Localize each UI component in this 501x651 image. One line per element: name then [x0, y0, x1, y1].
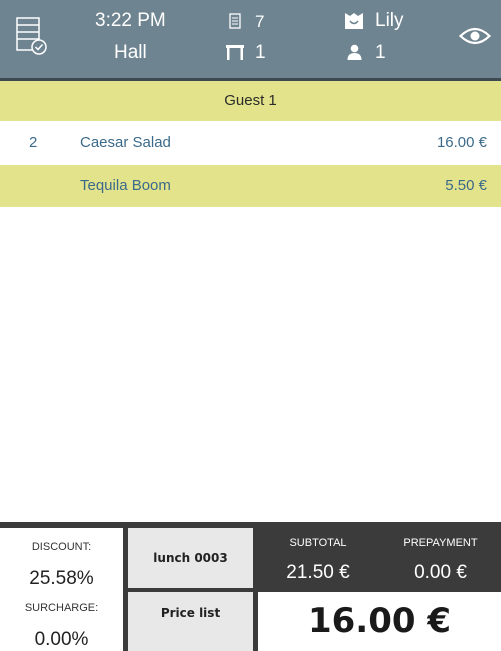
guest-count: 1	[375, 42, 386, 63]
person-icon	[347, 44, 362, 60]
waiter-icon	[345, 13, 363, 29]
item-price: 5.50 €	[445, 177, 487, 194]
surcharge-label: SURCHARGE:	[24, 602, 99, 614]
totals-panel: DISCOUNT: 25.58% SURCHARGE: 0.00% lunch …	[0, 522, 501, 651]
prepayment-value: 0.00 €	[414, 562, 467, 583]
item-quantity: 2	[29, 134, 38, 151]
order-receipt-icon	[229, 13, 241, 29]
order-item-row-selected[interactable]: Tequila Boom 5.50 €	[0, 165, 501, 207]
table-number: 1	[255, 42, 266, 63]
total-amount: 16.00 €	[258, 592, 501, 651]
table-icon	[226, 45, 244, 60]
tables-check-icon[interactable]	[14, 16, 50, 56]
eye-icon[interactable]	[459, 25, 491, 47]
current-time: 3:22 PM	[95, 10, 166, 31]
subtotal-label: SUBTOTAL	[289, 537, 347, 549]
order-number: 7	[255, 12, 265, 31]
item-name: Caesar Salad	[80, 134, 171, 151]
guest-header[interactable]: Guest 1	[0, 81, 501, 121]
price-list-button[interactable]: Price list	[128, 592, 253, 651]
surcharge-value: 0.00%	[34, 629, 89, 650]
item-name: Tequila Boom	[80, 177, 171, 194]
order-item-row[interactable]: 2 Caesar Salad 16.00 €	[0, 122, 501, 164]
discount-panel[interactable]: DISCOUNT: 25.58% SURCHARGE: 0.00%	[0, 528, 123, 651]
location-name: Hall	[114, 42, 147, 63]
waiter-name: Lily	[375, 10, 404, 31]
top-header: 3:22 PM Hall 7 1 Lily 1	[0, 0, 501, 78]
discount-label: DISCOUNT:	[31, 541, 92, 553]
item-price: 16.00 €	[436, 134, 487, 151]
subtotal-value: 21.50 €	[286, 562, 350, 583]
prepayment-label: PREPAYMENT	[403, 537, 478, 549]
lunch-button[interactable]: lunch 0003	[128, 528, 253, 588]
discount-value: 25.58%	[29, 568, 94, 589]
